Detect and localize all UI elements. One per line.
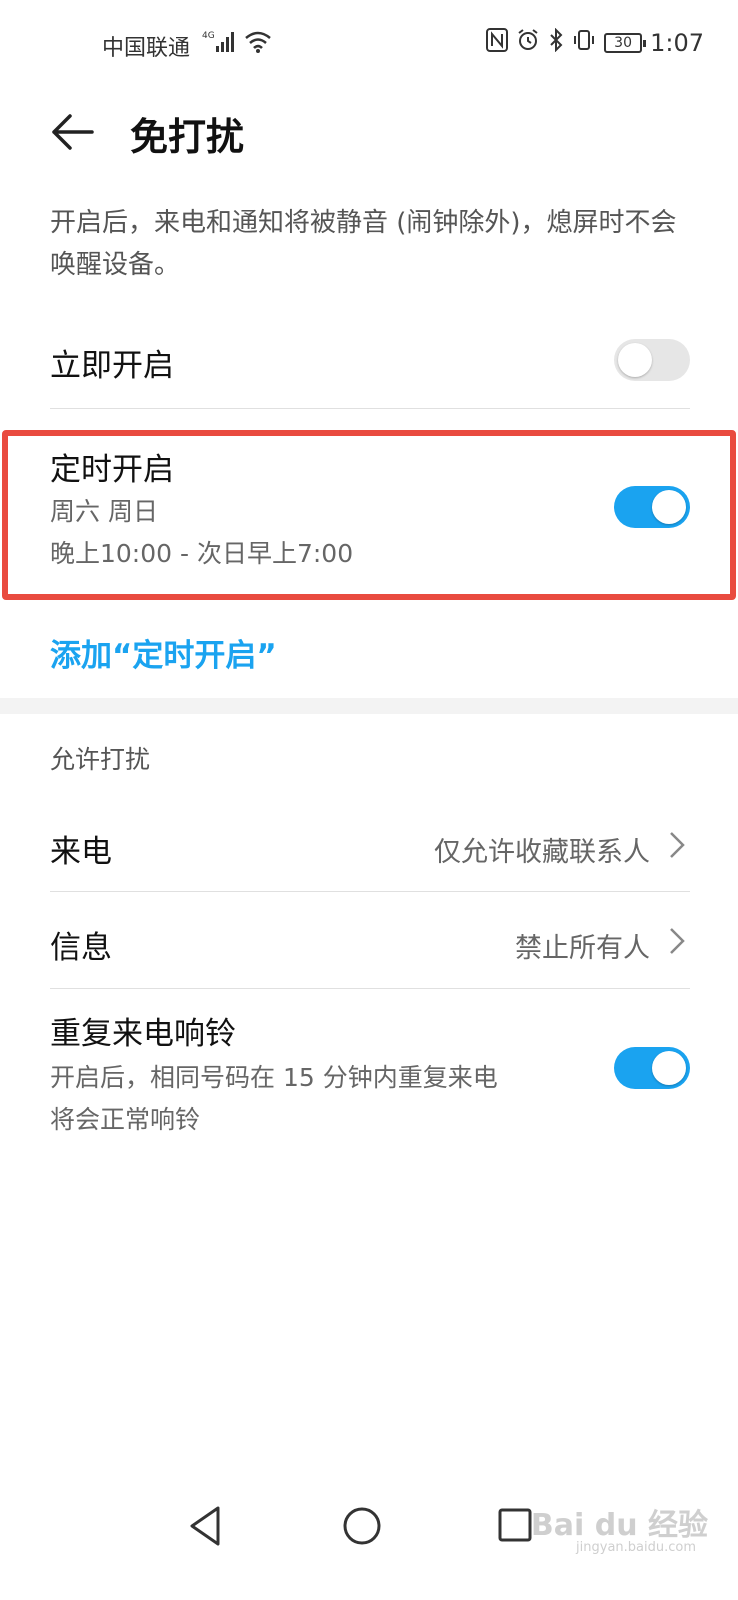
chevron-right-icon	[668, 926, 686, 956]
messages-label: 信息	[50, 930, 112, 966]
immediate-label: 立即开启	[50, 348, 174, 384]
scheduled-time-range: 晚上10:00 - 次日早上7:00	[50, 539, 354, 568]
header: 免打扰	[0, 100, 738, 164]
add-schedule-link[interactable]: 添加“定时开启”	[50, 630, 277, 675]
messages-value: 禁止所有人	[515, 933, 650, 964]
status-icons: 30 1:07	[486, 27, 704, 58]
scheduled-label: 定时开启	[50, 452, 174, 488]
battery-icon: 30	[604, 33, 647, 53]
page-title: 免打扰	[130, 115, 245, 159]
scheduled-days: 周六 周日	[50, 497, 158, 526]
section-gap	[0, 698, 738, 714]
nav-back-icon[interactable]	[186, 1504, 226, 1552]
immediate-row[interactable]: 立即开启	[50, 340, 690, 390]
clock: 1:07	[650, 29, 704, 57]
scheduled-row[interactable]: 定时开启 周六 周日 晚上10:00 - 次日早上7:00	[50, 444, 690, 575]
alarm-icon	[516, 28, 540, 58]
calls-value: 仅允许收藏联系人	[434, 837, 650, 868]
toggle-knob	[618, 343, 652, 377]
watermark-logo: Bai du 经验	[530, 1508, 708, 1543]
scheduled-toggle[interactable]	[614, 486, 690, 528]
divider	[50, 408, 690, 409]
chevron-right-icon	[668, 830, 686, 860]
status-bar: 中国联通 4G 30 1:07	[0, 0, 738, 90]
repeat-calls-desc-line1: 开启后，相同号码在 15 分钟内重复来电	[50, 1063, 498, 1092]
nav-home-icon[interactable]	[340, 1504, 384, 1552]
divider	[50, 988, 690, 989]
signal-icon: 4G	[202, 28, 238, 60]
vibrate-icon	[572, 28, 596, 58]
description-text: 开启后，来电和通知将被静音 (闹钟除外)，熄屏时不会唤醒设备。	[50, 208, 677, 280]
immediate-toggle[interactable]	[614, 339, 690, 381]
watermark-url: jingyan.baidu.com	[576, 1540, 696, 1555]
toggle-knob	[652, 490, 686, 524]
calls-label: 来电	[50, 834, 112, 870]
repeat-calls-row[interactable]: 重复来电响铃 开启后，相同号码在 15 分钟内重复来电 将会正常响铃	[50, 1008, 690, 1141]
repeat-calls-toggle[interactable]	[614, 1047, 690, 1089]
screen: 中国联通 4G 30 1:07 免打扰 开启后，来电和通知将被静音 (闹钟除外)…	[0, 0, 738, 1600]
nfc-icon	[486, 28, 509, 58]
bluetooth-icon	[548, 27, 564, 58]
arrow-left-icon[interactable]	[48, 108, 96, 156]
toggle-knob	[652, 1051, 686, 1085]
wifi-icon	[244, 30, 272, 60]
repeat-calls-label: 重复来电响铃	[50, 1016, 236, 1052]
allow-section-title: 允许打扰	[50, 745, 151, 774]
carrier-label: 中国联通	[102, 36, 191, 61]
divider	[50, 891, 690, 892]
repeat-calls-desc-line2: 将会正常响铃	[50, 1105, 201, 1134]
network-type-label: 4G	[202, 31, 215, 41]
